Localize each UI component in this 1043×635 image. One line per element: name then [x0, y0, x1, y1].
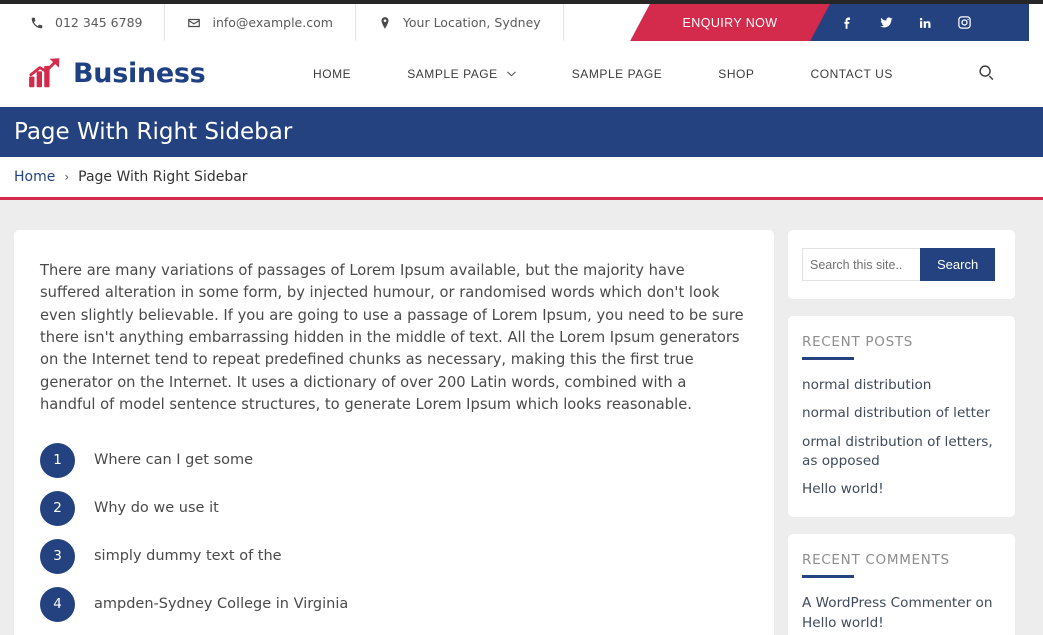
list-item-label: Why do we use it — [94, 500, 219, 517]
widget-title-underline — [802, 575, 854, 579]
recent-comments-widget: RECENT COMMENTS A WordPress Commenter on… — [788, 534, 1015, 635]
search-icon[interactable] — [978, 64, 998, 84]
search-form: Search — [802, 248, 1001, 281]
list-number-badge: 3 — [40, 538, 75, 574]
breadcrumb-separator-icon: › — [64, 170, 70, 184]
page-title-banner: Page With Right Sidebar — [0, 107, 1043, 157]
nav-label: CONTACT US — [810, 67, 893, 81]
nav-label: SHOP — [718, 67, 755, 81]
phone-icon — [30, 16, 44, 30]
breadcrumb-home-link[interactable]: Home — [14, 169, 55, 185]
list-item[interactable]: 4 ampden-Sydney College in Virginia — [40, 580, 748, 628]
contact-info-group: 012 345 6789 info@example.com Your Locat… — [0, 4, 564, 41]
contact-phone[interactable]: 012 345 6789 — [0, 4, 166, 41]
list-item[interactable]: 5 Where does it come from — [40, 628, 748, 635]
chevron-down-icon — [506, 71, 516, 77]
phone-text: 012 345 6789 — [55, 15, 143, 30]
contact-location[interactable]: Your Location, Sydney — [356, 4, 564, 41]
list-item[interactable]: 3 simply dummy text of the — [40, 532, 748, 580]
breadcrumb-current: Page With Right Sidebar — [78, 169, 248, 185]
enquiry-now-button[interactable]: ENQUIRY NOW — [630, 4, 830, 41]
list-item-label: simply dummy text of the — [94, 548, 282, 565]
recent-comment-item[interactable]: A WordPress Commenter on Hello world! — [802, 594, 1001, 633]
nav-label: HOME — [313, 67, 352, 81]
linkedin-icon[interactable] — [918, 15, 933, 30]
widget-title-underline — [802, 357, 854, 360]
nav-item-sample-page[interactable]: SAMPLE PAGE — [544, 41, 691, 107]
recent-comments-title: RECENT COMMENTS — [802, 552, 950, 569]
breadcrumb-bar: Home › Page With Right Sidebar — [0, 157, 1043, 200]
contact-email[interactable]: info@example.com — [165, 4, 356, 41]
enquiry-now-label: ENQUIRY NOW — [682, 15, 778, 30]
twitter-icon[interactable] — [879, 15, 894, 30]
search-widget: Search — [788, 230, 1015, 299]
list-item[interactable]: 2 Why do we use it — [40, 484, 748, 532]
brand-name: Business — [73, 57, 206, 89]
search-submit-button[interactable]: Search — [920, 248, 996, 281]
social-links — [840, 4, 972, 41]
list-number-badge: 2 — [40, 490, 75, 526]
intro-paragraph: There are many variations of passages of… — [40, 262, 744, 414]
email-text: info@example.com — [212, 15, 333, 30]
top-bar: 012 345 6789 info@example.com Your Locat… — [0, 4, 1043, 41]
right-sidebar: Search RECENT POSTS normal distribution … — [788, 230, 1015, 635]
facebook-icon[interactable] — [840, 15, 855, 30]
site-header: Business HOME SAMPLE PAGE SAMPLE PAGE SH… — [0, 41, 1043, 107]
list-item[interactable]: 1 Where can I get some — [40, 436, 748, 484]
recent-post-link[interactable]: Hello world! — [802, 480, 1001, 499]
main-content-card: There are many variations of passages of… — [14, 230, 774, 635]
nav-item-shop[interactable]: SHOP — [690, 41, 782, 107]
main-navigation: HOME SAMPLE PAGE SAMPLE PAGE SHOP CONTAC… — [285, 41, 921, 107]
map-pin-icon — [378, 16, 392, 30]
search-input[interactable] — [802, 248, 920, 281]
envelope-icon — [187, 16, 201, 30]
chart-arrow-logo-icon — [28, 57, 64, 89]
list-item-label: ampden-Sydney College in Virginia — [94, 596, 349, 613]
page-title: Page With Right Sidebar — [14, 119, 293, 145]
numbered-list: 1 Where can I get some 2 Why do we use i… — [40, 436, 748, 635]
recent-posts-list: normal distribution normal distribution … — [802, 376, 1001, 499]
nav-item-home[interactable]: HOME — [285, 41, 379, 107]
recent-post-link[interactable]: ormal distribution of letters, as oppose… — [802, 433, 1001, 472]
nav-label: SAMPLE PAGE — [407, 67, 498, 81]
instagram-icon[interactable] — [957, 15, 972, 30]
list-number-badge: 4 — [40, 586, 75, 622]
location-text: Your Location, Sydney — [402, 15, 541, 30]
nav-item-contact-us[interactable]: CONTACT US — [782, 41, 920, 107]
recent-comments-list: A WordPress Commenter on Hello world! — [802, 594, 1001, 633]
recent-post-link[interactable]: normal distribution — [802, 376, 1001, 395]
recent-post-link[interactable]: normal distribution of letter — [802, 404, 1001, 423]
list-number-badge: 1 — [40, 442, 75, 478]
site-logo[interactable]: Business — [28, 57, 206, 89]
recent-posts-title: RECENT POSTS — [802, 334, 914, 350]
nav-label: SAMPLE PAGE — [571, 67, 663, 81]
nav-item-sample-page-dropdown[interactable]: SAMPLE PAGE — [379, 41, 544, 107]
list-item-label: Where can I get some — [94, 452, 254, 469]
recent-posts-widget: RECENT POSTS normal distribution normal … — [788, 316, 1015, 518]
breadcrumb: Home › Page With Right Sidebar — [14, 157, 248, 197]
